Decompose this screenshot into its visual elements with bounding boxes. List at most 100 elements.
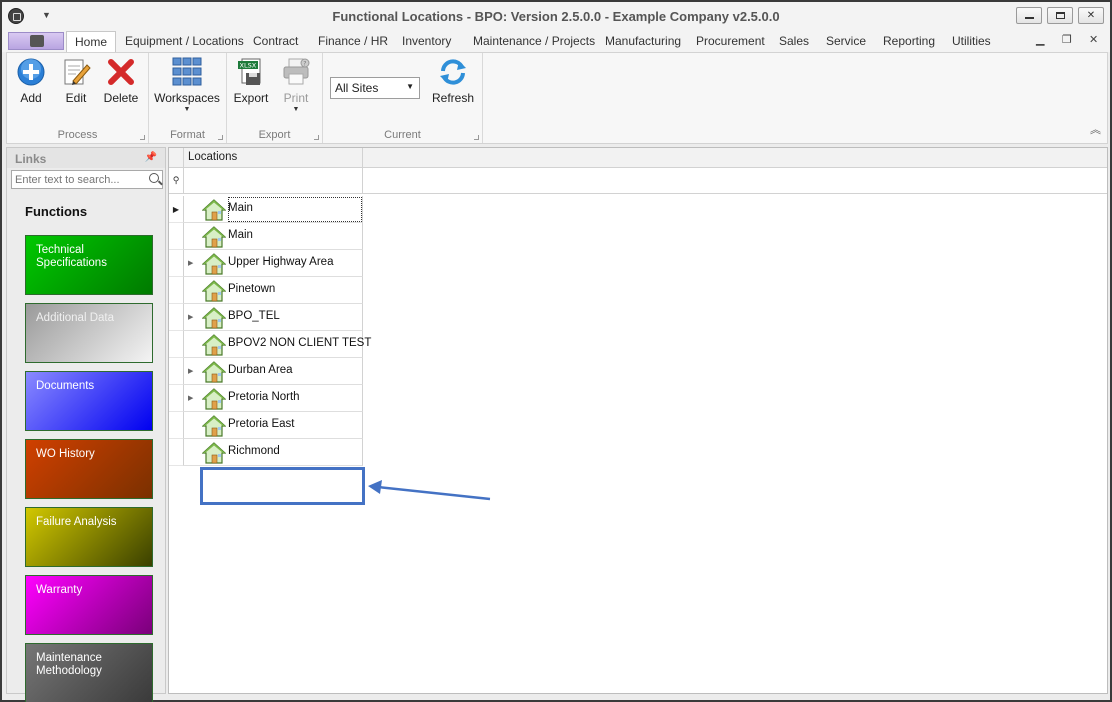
tile-warranty[interactable]: Warranty — [25, 575, 153, 635]
header-indicator — [169, 148, 184, 168]
table-row[interactable]: Richmond — [169, 439, 363, 466]
tab-service[interactable]: Service — [826, 34, 866, 48]
row-indicator[interactable] — [169, 277, 184, 304]
table-row[interactable]: ▶ Pretoria North — [169, 385, 363, 412]
location-cell[interactable]: ▶ Durban Area — [184, 358, 363, 385]
row-indicator[interactable] — [169, 304, 184, 331]
close-icon: ✕ — [1086, 10, 1096, 21]
expand-icon[interactable]: ▶ — [188, 259, 193, 267]
tab-inventory[interactable]: Inventory — [402, 34, 451, 48]
location-name: Pinetown — [228, 283, 276, 295]
row-indicator[interactable] — [169, 223, 184, 250]
tile-wo-history[interactable]: WO History — [25, 439, 153, 499]
pin-icon[interactable]: 📌 — [145, 152, 157, 163]
links-search — [11, 170, 163, 189]
group-launcher-icon[interactable] — [314, 135, 319, 140]
group-launcher-icon[interactable] — [140, 135, 145, 140]
add-button[interactable]: Add — [9, 57, 53, 105]
location-cell[interactable]: Main — [184, 223, 363, 250]
group-launcher-icon[interactable] — [218, 135, 223, 140]
title-bar: ▼ Functional Locations - BPO: Version 2.… — [2, 2, 1110, 30]
tile-maintenance-methodology[interactable]: Maintenance Methodology — [25, 643, 153, 702]
tab-manufacturing[interactable]: Manufacturing — [605, 34, 681, 48]
current-group: All Sites ▼ Refresh Current — [323, 53, 483, 143]
delete-button[interactable]: Delete — [99, 57, 143, 105]
tab-equipment-locations[interactable]: Equipment / Locations — [125, 34, 244, 48]
location-cell[interactable]: Main — [184, 196, 363, 223]
table-row[interactable]: Main — [169, 223, 363, 250]
locations-filter-cell[interactable] — [184, 168, 363, 194]
tab-procurement[interactable]: Procurement — [696, 34, 765, 48]
workspaces-dropdown-icon: ▼ — [183, 106, 191, 113]
functions-heading: Functions — [25, 204, 88, 219]
table-row[interactable]: ▶ Upper Highway Area — [169, 250, 363, 277]
application-menu-button[interactable] — [8, 32, 64, 50]
export-xlsx-icon: XLSX — [236, 57, 266, 87]
table-row[interactable]: ▶ Durban Area — [169, 358, 363, 385]
table-row[interactable]: BPOV2 NON CLIENT TEST — [169, 331, 371, 358]
delete-icon — [106, 57, 136, 87]
tab-home[interactable]: Home — [66, 31, 117, 52]
location-house-icon — [201, 306, 227, 330]
refresh-button[interactable]: Refresh — [429, 57, 477, 105]
links-title: Links — [15, 152, 47, 166]
expand-icon[interactable]: ▶ — [188, 313, 193, 321]
location-cell[interactable]: BPOV2 NON CLIENT TEST — [184, 331, 371, 358]
row-indicator[interactable] — [169, 439, 184, 466]
table-row[interactable]: ▶ BPO_TEL — [169, 304, 363, 331]
tab-utilities[interactable]: Utilities — [952, 34, 991, 48]
tab-contract[interactable]: Contract — [253, 34, 298, 48]
row-indicator[interactable]: ▶ — [169, 196, 184, 223]
location-cell[interactable]: ▶ Upper Highway Area — [184, 250, 363, 277]
tile-documents[interactable]: Documents — [25, 371, 153, 431]
search-icon[interactable] — [149, 173, 159, 183]
tab-sales[interactable]: Sales — [779, 34, 809, 48]
row-indicator[interactable] — [169, 358, 184, 385]
row-indicator[interactable] — [169, 331, 184, 358]
print-button[interactable]: ? Print ▼ — [274, 57, 318, 113]
row-indicator[interactable] — [169, 385, 184, 412]
add-icon — [16, 57, 46, 87]
tab-reporting[interactable]: Reporting — [883, 34, 935, 48]
expand-icon[interactable]: ▶ — [188, 394, 193, 402]
group-launcher-icon[interactable] — [474, 135, 479, 140]
minimize-button[interactable] — [1016, 7, 1042, 24]
collapse-ribbon-icon[interactable]: ︽ — [1090, 121, 1101, 137]
table-row[interactable]: Pinetown — [169, 277, 363, 304]
tile-additional-data[interactable]: Additional Data — [25, 303, 153, 363]
location-cell[interactable]: Pinetown — [184, 277, 363, 304]
auto-filter-row: ⚲ — [169, 168, 1107, 194]
tile-technical-specifications[interactable]: Technical Specifications — [25, 235, 153, 295]
table-row[interactable]: ▶ Main — [169, 196, 363, 223]
column-header-locations[interactable]: Locations — [184, 148, 363, 168]
tab-finance-hr[interactable]: Finance / HR — [318, 34, 388, 48]
format-group: Workspaces ▼ Format — [149, 53, 227, 143]
minimize-icon — [1024, 16, 1034, 19]
location-name: Main — [228, 229, 253, 241]
tile-failure-analysis[interactable]: Failure Analysis — [25, 507, 153, 567]
mdi-close-icon[interactable]: ✕ — [1089, 33, 1098, 46]
mdi-restore-icon[interactable]: ❐ — [1062, 33, 1072, 46]
location-cell[interactable]: ▶ BPO_TEL — [184, 304, 363, 331]
maximize-button[interactable] — [1047, 7, 1073, 24]
mdi-minimize-icon[interactable]: ▁ — [1036, 33, 1044, 46]
links-search-input[interactable] — [12, 171, 142, 188]
location-cell[interactable]: ▶ Pretoria North — [184, 385, 363, 412]
table-row[interactable]: Pretoria East — [169, 412, 363, 439]
expand-icon[interactable]: ▶ — [188, 367, 193, 375]
location-house-icon — [201, 252, 227, 276]
workspaces-button[interactable]: Workspaces ▼ — [153, 57, 221, 113]
close-button[interactable]: ✕ — [1078, 7, 1104, 24]
location-cell[interactable]: Pretoria East — [184, 412, 363, 439]
application-menu-icon — [30, 35, 44, 47]
location-house-icon — [201, 360, 227, 384]
edit-button[interactable]: Edit — [54, 57, 98, 105]
export-button[interactable]: XLSX Export — [229, 57, 273, 105]
row-indicator[interactable] — [169, 250, 184, 277]
location-cell[interactable]: Richmond — [184, 439, 363, 466]
row-indicator[interactable] — [169, 412, 184, 439]
location-name: Pretoria North — [228, 391, 300, 403]
process-group: Add Edit Delete Process — [7, 53, 149, 143]
site-select[interactable]: All Sites ▼ — [330, 77, 420, 99]
tab-maintenance-projects[interactable]: Maintenance / Projects — [473, 34, 595, 48]
